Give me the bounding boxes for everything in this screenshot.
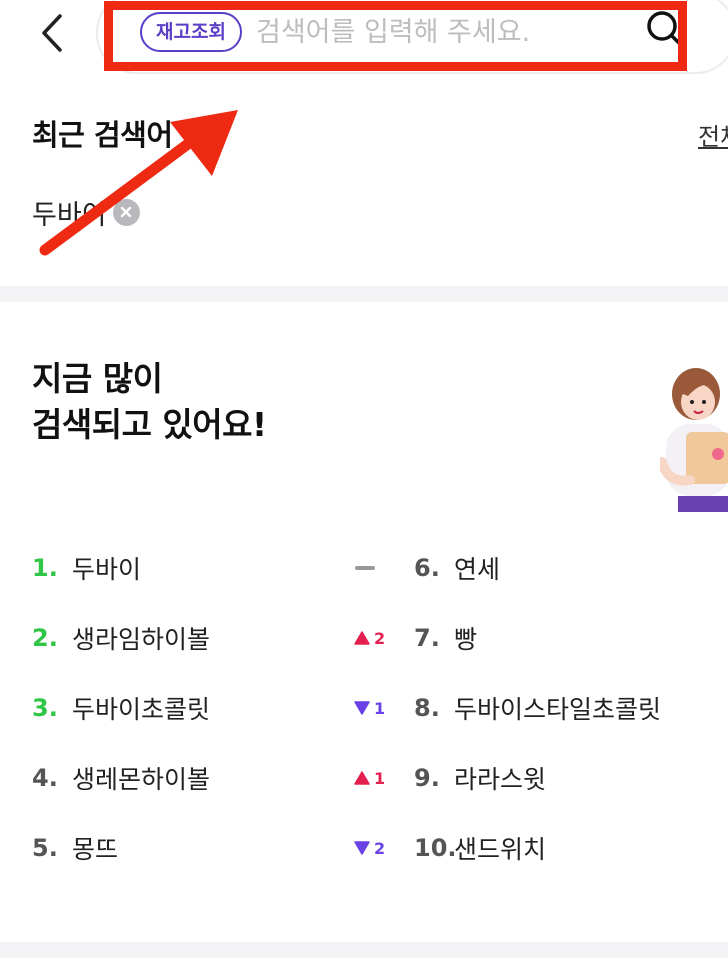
- rank-number: 3.: [32, 694, 58, 722]
- close-circle-icon[interactable]: [112, 198, 140, 226]
- ranking-item[interactable]: 5. 몽뜨: [32, 828, 118, 868]
- chevron-left-icon: [42, 14, 62, 52]
- search-icon: [647, 11, 684, 48]
- section-divider: [0, 286, 728, 302]
- ranking-item[interactable]: 7. 빵: [414, 618, 477, 658]
- rank-number: 4.: [32, 764, 58, 792]
- rank-number: 6.: [414, 554, 440, 582]
- ranking-item[interactable]: 2. 생라임하이볼: [32, 618, 210, 658]
- trend-change: 1: [374, 768, 386, 788]
- rank-term[interactable]: 두바이스타일초콜릿: [454, 690, 661, 726]
- rank-number: 5.: [32, 834, 58, 862]
- section-divider-bottom: [0, 942, 728, 958]
- rank-term[interactable]: 생레몬하이볼: [72, 760, 210, 796]
- ranking-item[interactable]: 6. 연세: [414, 548, 500, 588]
- trend-up-icon: 1: [354, 758, 394, 798]
- ranking-item[interactable]: 8. 두바이스타일초콜릿: [414, 688, 661, 728]
- rank-term[interactable]: 두바이초콜릿: [72, 690, 210, 726]
- trend-same-icon: [354, 548, 394, 588]
- ranking-item[interactable]: 9. 라라스윗: [414, 758, 546, 798]
- rank-term[interactable]: 빵: [454, 620, 477, 656]
- rank-number: 8.: [414, 694, 440, 722]
- rank-term[interactable]: 라라스윗: [454, 760, 546, 796]
- trend-down-icon: 1: [354, 688, 394, 728]
- popular-searches-title: 지금 많이 검색되고 있어요!: [32, 356, 267, 448]
- shopper-girl-illustration: [660, 368, 728, 512]
- trend-change: 2: [374, 628, 386, 648]
- rank-number: 1.: [32, 554, 58, 582]
- ranking-item[interactable]: 10. 샌드위치: [414, 828, 546, 868]
- trend-change: 2: [374, 838, 386, 858]
- search-button[interactable]: [644, 8, 686, 50]
- recent-searches-title: 최근 검색어: [32, 118, 173, 152]
- trend-change: 1: [374, 698, 386, 718]
- recent-search-label[interactable]: 두바이: [32, 193, 107, 232]
- stock-lookup-tag[interactable]: 재고조회: [140, 12, 242, 52]
- rank-term[interactable]: 샌드위치: [454, 830, 546, 866]
- header: 재고조회: [0, 0, 728, 80]
- rank-number: 10.: [414, 834, 457, 862]
- rank-number: 9.: [414, 764, 440, 792]
- rank-term[interactable]: 몽뜨: [72, 830, 118, 866]
- recent-search-chip[interactable]: 두바이: [32, 192, 140, 232]
- rank-term[interactable]: 두바이: [72, 550, 141, 586]
- rank-number: 2.: [32, 624, 58, 652]
- trend-down-icon: 2: [354, 828, 394, 868]
- rank-number: 7.: [414, 624, 440, 652]
- search-input[interactable]: [256, 12, 636, 52]
- back-button[interactable]: [36, 12, 70, 54]
- popular-title-line1: 지금 많이: [32, 359, 163, 398]
- ranking-item[interactable]: 1. 두바이: [32, 548, 141, 588]
- rank-term[interactable]: 생라임하이볼: [72, 620, 210, 656]
- trend-up-icon: 2: [354, 618, 394, 658]
- clear-all-link[interactable]: 전체: [698, 117, 728, 152]
- ranking-item[interactable]: 4. 생레몬하이볼: [32, 758, 210, 798]
- ranking-item[interactable]: 3. 두바이초콜릿: [32, 688, 210, 728]
- rank-term[interactable]: 연세: [454, 550, 500, 586]
- popular-title-line2: 검색되고 있어요!: [32, 405, 267, 444]
